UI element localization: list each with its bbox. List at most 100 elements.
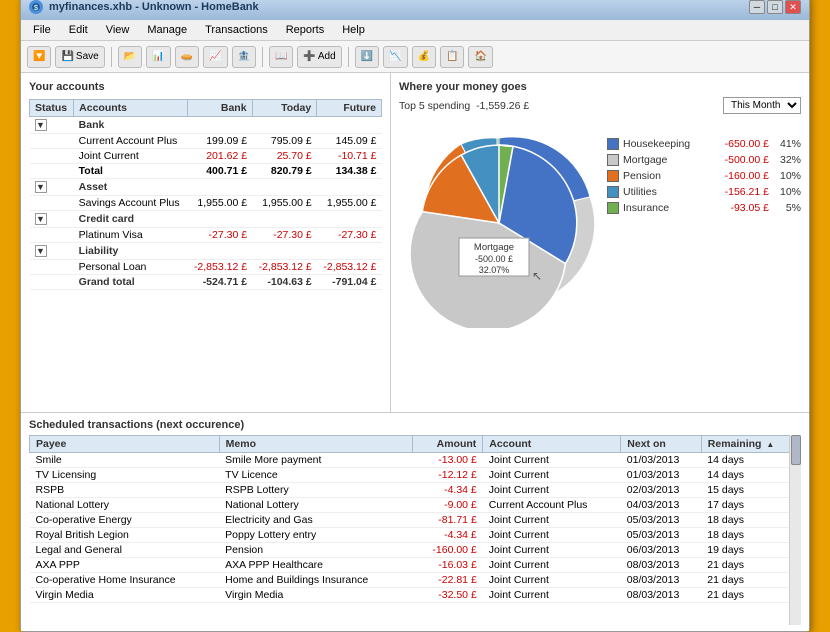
grand-total-future: -791.04 £: [317, 275, 382, 290]
report-button[interactable]: 📋: [440, 46, 464, 68]
bar-button[interactable]: 📈: [203, 46, 227, 68]
table-row[interactable]: Royal British Legion Poppy Lottery entry…: [30, 528, 801, 543]
scrollbar-thumb[interactable]: [791, 435, 801, 465]
menu-file[interactable]: File: [25, 22, 59, 38]
sched-amount: -81.71 £: [412, 513, 482, 528]
legend-color-pension: [607, 170, 619, 182]
pie-button[interactable]: 🥧: [175, 46, 199, 68]
legend-amount-insurance: -93.05 £: [709, 202, 769, 214]
sched-account: Joint Current: [483, 453, 621, 468]
legend-pct-pension: 10%: [773, 170, 801, 182]
bank-total-today: 820.79 £: [252, 164, 317, 179]
menu-manage[interactable]: Manage: [139, 22, 195, 38]
account-today: -27.30 £: [252, 228, 317, 243]
group-bank: ▼ Bank: [30, 117, 382, 134]
budget-button[interactable]: 💰: [412, 46, 436, 68]
close-button[interactable]: ✕: [785, 0, 801, 14]
account-bank: 201.62 £: [187, 149, 252, 164]
add-button[interactable]: ➕ Add: [297, 46, 341, 68]
liability-collapse[interactable]: ▼: [30, 243, 74, 260]
sched-next-on: 08/03/2013: [621, 558, 702, 573]
sched-header-row: Payee Memo Amount Account Next on Remain…: [30, 436, 801, 453]
asset-collapse[interactable]: ▼: [30, 179, 74, 196]
group-credit: ▼ Credit card: [30, 211, 382, 228]
bank-total-label: Total: [74, 164, 188, 179]
table-row[interactable]: Platinum Visa -27.30 £ -27.30 £ -27.30 £: [30, 228, 382, 243]
table-row[interactable]: TV Licensing TV Licence -12.12 £ Joint C…: [30, 468, 801, 483]
credit-collapse[interactable]: ▼: [30, 211, 74, 228]
col-today: Today: [252, 100, 317, 117]
sched-remaining: 21 days: [701, 573, 800, 588]
sched-memo: Pension: [219, 543, 412, 558]
sched-account: Current Account Plus: [483, 498, 621, 513]
minimize-button[interactable]: ─: [749, 0, 765, 14]
sched-account: Joint Current: [483, 573, 621, 588]
spending-label: Top 5 spending -1,559.26 £: [399, 100, 529, 112]
col-bank: Bank: [187, 100, 252, 117]
table-row[interactable]: Smile Smile More payment -13.00 £ Joint …: [30, 453, 801, 468]
bank-collapse[interactable]: ▼: [30, 117, 74, 134]
menu-help[interactable]: Help: [334, 22, 373, 38]
maximize-button[interactable]: □: [767, 0, 783, 14]
table-row[interactable]: Current Account Plus 199.09 £ 795.09 £ 1…: [30, 134, 382, 149]
menu-edit[interactable]: Edit: [61, 22, 96, 38]
bank-group-label: Bank: [74, 117, 382, 134]
sched-memo: Virgin Media: [219, 588, 412, 603]
legend-name-pension: Pension: [623, 170, 705, 182]
open-button[interactable]: 📂: [118, 46, 142, 68]
col-status: Status: [30, 100, 74, 117]
import-button[interactable]: ⬇️: [355, 46, 379, 68]
stats-button[interactable]: 📉: [383, 46, 407, 68]
col-next-on: Next on: [621, 436, 702, 453]
scrollbar-track[interactable]: [789, 435, 801, 625]
account-future: -10.71 £: [317, 149, 382, 164]
save-button[interactable]: 💾 Save: [55, 46, 104, 68]
table-row[interactable]: AXA PPP AXA PPP Healthcare -16.03 £ Join…: [30, 558, 801, 573]
table-row[interactable]: Savings Account Plus 1,955.00 £ 1,955.00…: [30, 196, 382, 211]
legend-color-housekeeping: [607, 138, 619, 150]
legend-housekeeping: Housekeeping -650.00 £ 41%: [607, 138, 801, 150]
group-liability: ▼ Liability: [30, 243, 382, 260]
table-row[interactable]: Co-operative Energy Electricity and Gas …: [30, 513, 801, 528]
period-select[interactable]: This Month Last Month This Year: [723, 97, 801, 114]
table-row[interactable]: Co-operative Home Insurance Home and Bui…: [30, 573, 801, 588]
table-row[interactable]: Personal Loan -2,853.12 £ -2,853.12 £ -2…: [30, 260, 382, 275]
sched-account: Joint Current: [483, 558, 621, 573]
sched-amount: -4.34 £: [412, 528, 482, 543]
menu-reports[interactable]: Reports: [278, 22, 333, 38]
legend-color-mortgage: [607, 154, 619, 166]
account-future: -2,853.12 £: [317, 260, 382, 275]
table-row[interactable]: Legal and General Pension -160.00 £ Join…: [30, 543, 801, 558]
sched-next-on: 01/03/2013: [621, 468, 702, 483]
account-today: 25.70 £: [252, 149, 317, 164]
pie-group: [410, 145, 577, 328]
legend-color-utilities: [607, 186, 619, 198]
table-row[interactable]: Virgin Media Virgin Media -32.50 £ Joint…: [30, 588, 801, 603]
menu-transactions[interactable]: Transactions: [197, 22, 276, 38]
sched-amount: -160.00 £: [412, 543, 482, 558]
book-button[interactable]: 📖: [269, 46, 293, 68]
legend-name-insurance: Insurance: [623, 202, 705, 214]
table-row[interactable]: Joint Current 201.62 £ 25.70 £ -10.71 £: [30, 149, 382, 164]
sort-arrow-remaining: ▲: [766, 440, 774, 449]
chart1-button[interactable]: 📊: [146, 46, 170, 68]
sched-next-on: 04/03/2013: [621, 498, 702, 513]
table-row[interactable]: National Lottery National Lottery -9.00 …: [30, 498, 801, 513]
legend-name-mortgage: Mortgage: [623, 154, 705, 166]
table-row[interactable]: RSPB RSPB Lottery -4.34 £ Joint Current …: [30, 483, 801, 498]
account-icon: 🏦: [238, 51, 250, 62]
toolbar-separator-3: [348, 47, 349, 67]
account-button[interactable]: 🏦: [232, 46, 256, 68]
sched-remaining: 21 days: [701, 588, 800, 603]
accounts-panel: Your accounts Status Accounts Bank Today…: [21, 73, 391, 412]
menu-view[interactable]: View: [98, 22, 138, 38]
dropdown-button[interactable]: 🔽: [27, 46, 51, 68]
sched-remaining: 18 days: [701, 513, 800, 528]
sched-payee: National Lottery: [30, 498, 220, 513]
account-today: 795.09 £: [252, 134, 317, 149]
add-label: Add: [318, 51, 336, 62]
sched-account: Joint Current: [483, 543, 621, 558]
toolbar-separator-2: [262, 47, 263, 67]
home-button[interactable]: 🏠: [468, 46, 492, 68]
account-bank: 199.09 £: [187, 134, 252, 149]
